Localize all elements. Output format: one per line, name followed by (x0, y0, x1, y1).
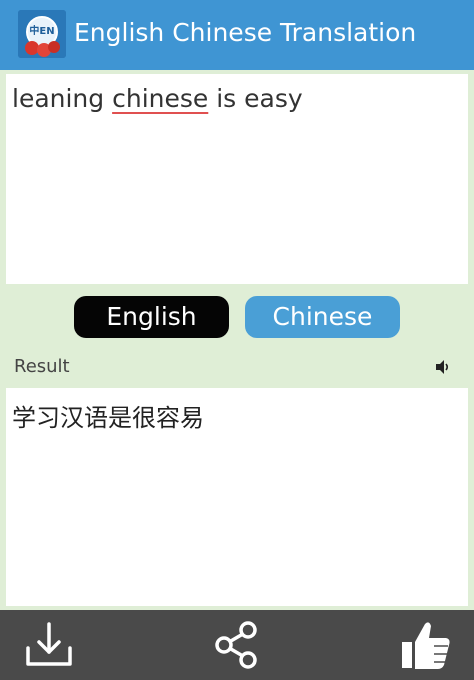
title-bar: 中EN English Chinese Translation (0, 0, 474, 70)
source-language-button[interactable]: English (74, 296, 229, 338)
share-icon[interactable] (208, 616, 266, 674)
svg-text:中EN: 中EN (29, 24, 54, 37)
download-icon[interactable] (20, 616, 78, 674)
speaker-icon[interactable] (434, 358, 452, 376)
result-label: Result (14, 356, 70, 377)
bottom-toolbar (0, 610, 474, 680)
source-text-part: is easy (208, 84, 303, 113)
result-panel: 学习汉语是很容易 (6, 388, 468, 606)
translated-text: 学习汉语是很容易 (12, 404, 204, 432)
target-language-button[interactable]: Chinese (245, 296, 400, 338)
app-title: English Chinese Translation (74, 18, 417, 47)
source-text-part: leaning (12, 84, 113, 113)
app-root: 中EN English Chinese Translation leaning … (0, 0, 474, 680)
source-text-input[interactable]: leaning chinese is easy (6, 74, 468, 284)
misspelled-word: chinese (112, 84, 209, 113)
source-text: leaning chinese is easy (12, 84, 303, 113)
app-logo-icon: 中EN (18, 10, 66, 58)
thumbs-up-icon[interactable] (398, 616, 456, 674)
